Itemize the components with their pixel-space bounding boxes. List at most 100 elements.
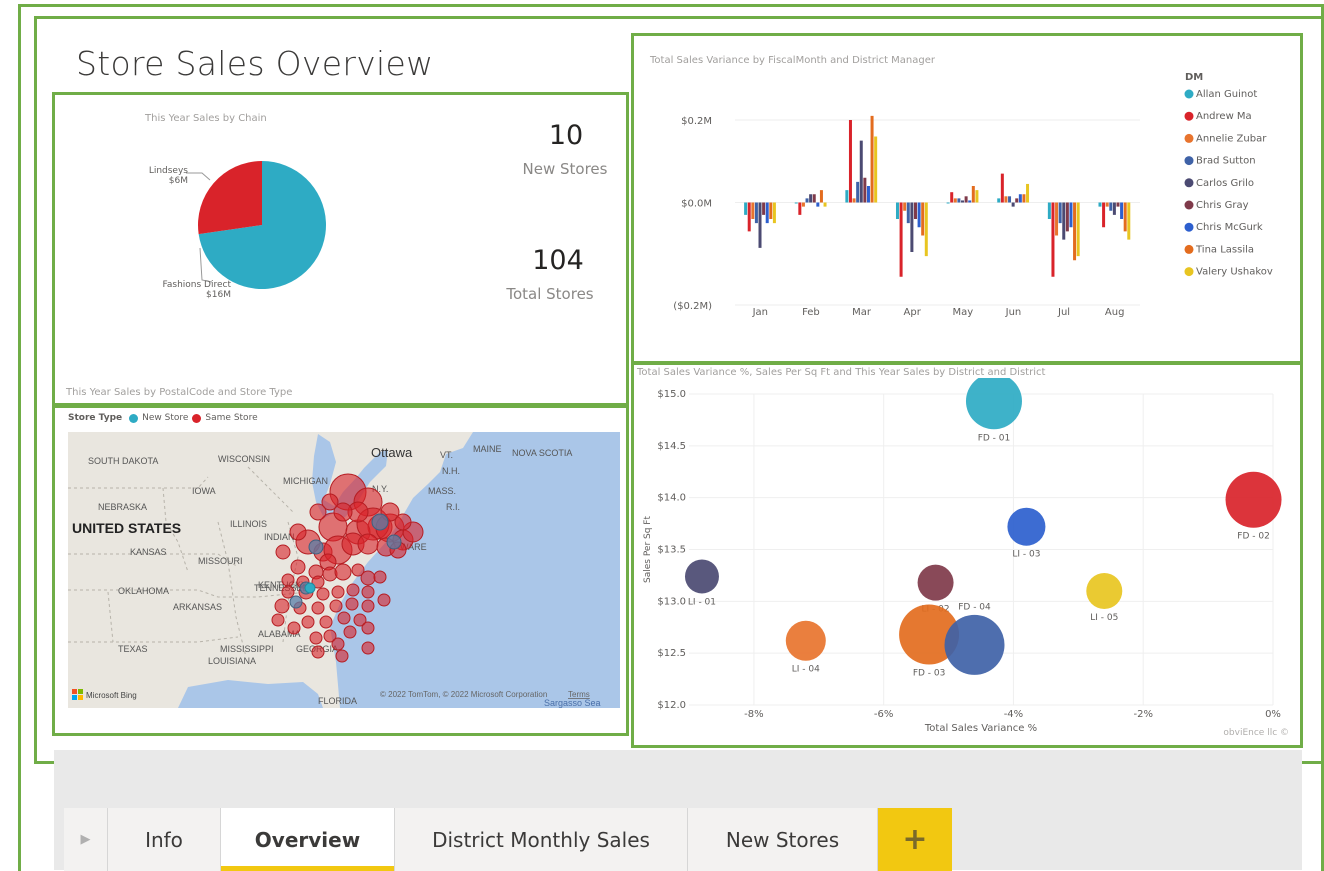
bar-annelie-zubar-mar[interactable] — [852, 198, 856, 203]
bar-brad-sutton-jul[interactable] — [1058, 202, 1062, 224]
bar-carlos-grilo-may[interactable] — [961, 200, 965, 203]
bar-legend-label[interactable]: Brad Sutton — [1196, 156, 1256, 167]
bar-andrew-ma-may[interactable] — [950, 192, 954, 203]
bar-brad-sutton-feb[interactable] — [805, 198, 809, 203]
map-bubble-same-store[interactable] — [394, 513, 412, 531]
bar-brad-sutton-jan[interactable] — [754, 202, 758, 224]
bar-valery-ushakov-apr[interactable] — [924, 202, 928, 257]
bar-valery-ushakov-jul[interactable] — [1076, 202, 1080, 257]
bar-carlos-grilo-jan[interactable] — [758, 202, 762, 248]
bar-allan-guinot-feb[interactable] — [794, 202, 798, 204]
scatter-chart[interactable]: $15.0 $14.5 $14.0 $13.5 $13.0 $12.5 $12.0 -8% -6… — [636, 378, 1298, 744]
bar-annelie-zubar-feb[interactable] — [801, 202, 805, 207]
bar-carlos-grilo-jul[interactable] — [1062, 202, 1066, 240]
bar-valery-ushakov-feb[interactable] — [823, 202, 827, 207]
bar-chris-mcgurk-jun[interactable] — [1018, 194, 1022, 203]
map-bubble-same-store-dark[interactable] — [308, 539, 324, 555]
map-bubble-same-store[interactable] — [301, 615, 315, 629]
pie-slice-lindseys[interactable] — [198, 161, 262, 235]
bar-andrew-ma-jan[interactable] — [747, 202, 751, 232]
bar-chris-mcgurk-apr[interactable] — [917, 202, 921, 228]
bar-valery-ushakov-jun[interactable] — [1026, 183, 1030, 203]
bar-chris-gray-jul[interactable] — [1065, 202, 1069, 232]
bar-legend-label[interactable]: Chris McGurk — [1196, 222, 1263, 233]
bar-tina-lassila-mar[interactable] — [870, 115, 874, 203]
map-bubble-same-store[interactable] — [334, 563, 352, 581]
scatter-bubble-li-03[interactable] — [1007, 507, 1046, 546]
bar-tina-lassila-feb[interactable] — [819, 190, 823, 203]
bar-carlos-grilo-apr[interactable] — [910, 202, 914, 253]
map-bubble-same-store[interactable] — [271, 613, 285, 627]
store-map[interactable]: SOUTH DAKOTA WISCONSIN MICHIGAN IOWA NEB… — [68, 432, 620, 708]
bar-carlos-grilo-mar[interactable] — [859, 140, 863, 203]
bar-chris-mcgurk-may[interactable] — [968, 200, 972, 203]
map-bubble-same-store[interactable] — [281, 585, 295, 599]
bar-tina-lassila-jul[interactable] — [1073, 202, 1077, 261]
map-bubble-same-store[interactable] — [289, 523, 307, 541]
bar-legend-label[interactable]: Allan Guinot — [1196, 89, 1257, 100]
bar-allan-guinot-jan[interactable] — [744, 202, 748, 215]
bar-andrew-ma-aug[interactable] — [1102, 202, 1106, 228]
map-bubble-same-store[interactable] — [311, 601, 325, 615]
map-bubble-same-store[interactable] — [345, 597, 359, 611]
scatter-bubble-fd-02[interactable] — [1225, 471, 1282, 528]
bar-brad-sutton-apr[interactable] — [906, 202, 910, 224]
bar-chris-gray-may[interactable] — [964, 196, 968, 203]
tab-nav-arrow[interactable]: ▶ — [64, 808, 108, 871]
tab-info[interactable]: Info — [108, 808, 221, 871]
map-bubble-same-store[interactable] — [281, 573, 295, 587]
map-bubble-same-store[interactable] — [335, 649, 349, 663]
map-bubble-same-store[interactable] — [361, 641, 375, 655]
bar-chart[interactable]: $0.2M $0.0M ($0.2M) Jan Feb Mar Apr May Jun Jul Au… — [640, 60, 1295, 360]
scatter-bubble-li-01[interactable] — [684, 559, 719, 594]
scatter-bubble-li-04[interactable] — [785, 620, 826, 661]
bar-chris-mcgurk-jan[interactable] — [765, 202, 769, 224]
map-bubble-same-store[interactable] — [357, 533, 379, 555]
bar-allan-guinot-may[interactable] — [946, 202, 950, 204]
map-bubble-same-store[interactable] — [309, 631, 323, 645]
map-bubble-same-store[interactable] — [331, 585, 345, 599]
bar-valery-ushakov-aug[interactable] — [1127, 202, 1131, 240]
map-bubble-same-store[interactable] — [337, 611, 351, 625]
bar-brad-sutton-jun[interactable] — [1008, 196, 1012, 203]
map-bubble-same-store[interactable] — [377, 593, 391, 607]
map-bubble-same-store[interactable] — [361, 585, 375, 599]
bar-allan-guinot-jul[interactable] — [1047, 202, 1051, 220]
scatter-bubble-li-05[interactable] — [1086, 572, 1123, 609]
map-bubble-same-store-dark[interactable] — [386, 534, 402, 550]
bar-annelie-zubar-aug[interactable] — [1105, 202, 1109, 207]
map-bubble-same-store-dark[interactable] — [371, 513, 389, 531]
map-bubble-same-store[interactable] — [360, 570, 376, 586]
map-bubble-same-store[interactable] — [361, 599, 375, 613]
bar-allan-guinot-mar[interactable] — [845, 190, 849, 203]
map-bubble-same-store[interactable] — [373, 570, 387, 584]
bar-allan-guinot-aug[interactable] — [1098, 202, 1102, 207]
map-bubble-same-store[interactable] — [309, 503, 327, 521]
map-bubble-same-store[interactable] — [329, 599, 343, 613]
bar-chris-mcgurk-jul[interactable] — [1069, 202, 1073, 228]
bar-chris-gray-feb[interactable] — [812, 194, 816, 203]
tab-new-stores[interactable]: New Stores — [688, 808, 878, 871]
map-bubble-same-store[interactable] — [311, 645, 325, 659]
bar-annelie-zubar-jan[interactable] — [751, 202, 755, 220]
bar-chris-mcgurk-mar[interactable] — [866, 186, 870, 203]
bar-andrew-ma-feb[interactable] — [798, 202, 802, 215]
bar-andrew-ma-jun[interactable] — [1000, 173, 1004, 203]
bar-annelie-zubar-may[interactable] — [953, 198, 957, 203]
bar-chris-gray-jan[interactable] — [762, 202, 766, 215]
bar-tina-lassila-jan[interactable] — [769, 202, 773, 220]
bar-chris-mcgurk-feb[interactable] — [816, 202, 820, 207]
bar-annelie-zubar-jul[interactable] — [1055, 202, 1059, 236]
map-bubble-same-store-dark[interactable] — [289, 595, 303, 609]
bar-chris-mcgurk-aug[interactable] — [1120, 202, 1124, 220]
bar-valery-ushakov-mar[interactable] — [874, 136, 878, 203]
bar-chris-gray-jun[interactable] — [1015, 198, 1019, 203]
bar-brad-sutton-aug[interactable] — [1109, 202, 1113, 211]
tab-district-monthly-sales[interactable]: District Monthly Sales — [395, 808, 688, 871]
map-bubble-new-store[interactable] — [304, 582, 316, 594]
bar-andrew-ma-mar[interactable] — [848, 120, 852, 203]
bar-legend-label[interactable]: Tina Lassila — [1195, 244, 1254, 255]
bar-legend-label[interactable]: Valery Ushakov — [1196, 267, 1273, 278]
bar-allan-guinot-apr[interactable] — [895, 202, 899, 220]
bar-legend-label[interactable]: Carlos Grilo — [1196, 178, 1254, 189]
